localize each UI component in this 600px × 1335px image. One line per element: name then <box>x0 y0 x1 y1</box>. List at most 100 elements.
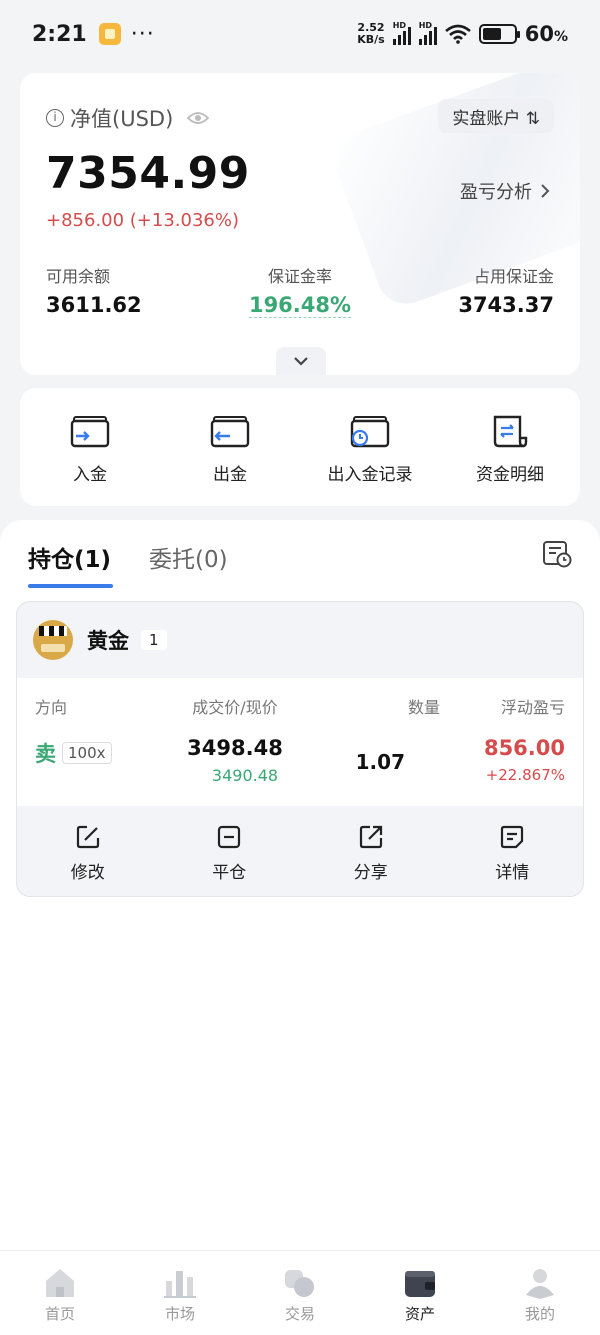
nav-home[interactable]: 首页 <box>0 1251 120 1335</box>
network-speed-unit: KB/s <box>357 33 385 46</box>
equity-value: 7354.99 <box>46 148 250 199</box>
status-time: 2:21 <box>32 21 87 47</box>
nav-trade-label: 交易 <box>284 1305 315 1323</box>
hd-label-1: HD <box>392 21 407 30</box>
profile-icon <box>526 1269 554 1299</box>
chevron-right-icon <box>541 184 550 198</box>
margin-rate-label: 保证金率 <box>267 267 332 286</box>
deposit-label: 入金 <box>73 465 107 485</box>
hd-label-2: HD <box>418 21 433 30</box>
nav-assets-label: 资产 <box>404 1305 435 1323</box>
float-pnl-value: 856.00 <box>483 736 565 760</box>
wallet-icon <box>405 1271 435 1297</box>
history-icon[interactable] <box>542 540 572 568</box>
margin-rate-value[interactable]: 196.48% <box>248 293 352 318</box>
wifi-icon <box>444 24 471 44</box>
float-pnl-percent: +22.867% <box>485 766 565 784</box>
notification-app-icon <box>98 23 121 45</box>
fund-records-label: 出入金记录 <box>327 465 413 485</box>
nav-home-label: 首页 <box>44 1305 75 1323</box>
battery-percent: 60% <box>524 22 568 46</box>
deposit-button[interactable]: 入金 <box>20 388 160 506</box>
more-notifications-icon: ··· <box>130 21 155 47</box>
detail-button[interactable]: 详情 <box>442 806 584 896</box>
col-direction: 方向 <box>35 698 68 717</box>
fund-records-icon <box>350 416 390 448</box>
tab-positions[interactable]: 持仓(1) <box>28 540 114 588</box>
edit-icon <box>76 825 99 849</box>
margin-rate: 保证金率 196.48% <box>248 263 352 318</box>
position-column-headers: 方向 成交价/现价 数量 浮动盈亏 <box>35 694 565 718</box>
position-body: 方向 成交价/现价 数量 浮动盈亏 卖 100x 3498.48 3490.48 <box>17 678 583 806</box>
pnl-analysis-label: 盈亏分析 <box>460 182 532 203</box>
positions-sheet: 持仓(1) 委托(0) 黄金 1 方向 成交价/现价 数量 浮动盈亏 卖 100… <box>0 520 600 1250</box>
expand-button[interactable] <box>276 347 326 375</box>
direction-sell: 卖 100x <box>35 738 165 768</box>
position-count-badge: 1 <box>141 630 167 650</box>
leverage-badge: 100x <box>62 742 112 764</box>
used-margin-value: 3743.37 <box>458 293 554 317</box>
fund-actions-card: 入金 出金 出入金记录 资金明细 <box>20 388 580 506</box>
used-margin: 占用保证金 3743.37 <box>458 263 554 318</box>
equity-stats: 可用余额 3611.62 保证金率 196.48% 占用保证金 3743.37 <box>46 263 554 318</box>
network-speed: 2.52 KB/s <box>357 22 384 46</box>
detail-label: 详情 <box>495 863 530 883</box>
equity-label-row: i 净值(USD) <box>46 103 210 133</box>
fund-details-label: 资金明细 <box>476 465 544 485</box>
position-quantity: 1.07 <box>355 750 405 774</box>
battery-icon <box>478 24 520 44</box>
available-balance: 可用余额 3611.62 <box>46 263 142 318</box>
equity-label: 净值(USD) <box>70 107 174 131</box>
home-icon <box>46 1269 74 1297</box>
signal-2-icon: HD <box>418 21 437 45</box>
equity-card: i 净值(USD) 实盘账户 ⇅ 7354.99 盈亏分析 +856.00 (+… <box>20 73 580 375</box>
deposit-icon <box>70 416 110 448</box>
info-icon[interactable]: i <box>46 109 64 127</box>
tab-orders[interactable]: 委托(0) <box>149 540 228 588</box>
nav-market[interactable]: 市场 <box>120 1251 240 1335</box>
fund-details-icon <box>493 415 528 448</box>
minus-box-icon <box>218 825 241 849</box>
equity-change: +856.00 (+13.036%) <box>46 210 239 231</box>
nav-mine[interactable]: 我的 <box>480 1251 600 1335</box>
modify-label: 修改 <box>70 863 105 883</box>
gold-avatar <box>33 620 73 660</box>
modify-button[interactable]: 修改 <box>17 806 159 896</box>
close-position-button[interactable]: 平仓 <box>159 806 301 896</box>
position-actions: 修改 平仓 分享 详情 <box>17 806 584 896</box>
market-chart-icon <box>164 1271 196 1298</box>
positions-tabs: 持仓(1) 委托(0) <box>28 540 228 588</box>
status-bar: 2:21 ··· 2.52 KB/s HD HD 60% <box>0 0 600 68</box>
chevron-down-icon <box>294 357 308 366</box>
bottom-navigation: 首页 市场 交易 资产 我的 <box>0 1250 600 1335</box>
position-row: 卖 100x 3498.48 3490.48 1.07 856.00 +22.8… <box>35 736 565 785</box>
col-quantity: 数量 <box>407 698 440 717</box>
nav-trade[interactable]: 交易 <box>240 1251 360 1335</box>
current-price: 3490.48 <box>211 766 279 785</box>
detail-icon <box>501 825 524 849</box>
fund-details-button[interactable]: 资金明细 <box>440 388 580 506</box>
fund-records-button[interactable]: 出入金记录 <box>300 388 440 506</box>
share-button[interactable]: 分享 <box>300 806 442 896</box>
position-symbol-name: 黄金 <box>87 629 129 653</box>
col-price: 成交价/现价 <box>192 698 278 717</box>
pnl-analysis-link[interactable]: 盈亏分析 <box>460 178 550 204</box>
close-position-label: 平仓 <box>212 863 247 883</box>
withdraw-button[interactable]: 出金 <box>160 388 300 506</box>
position-card[interactable]: 黄金 1 方向 成交价/现价 数量 浮动盈亏 卖 100x 3498.48 34… <box>16 601 584 897</box>
trade-icon <box>285 1270 314 1297</box>
withdraw-label: 出金 <box>213 465 247 485</box>
direction-label: 卖 <box>35 742 56 766</box>
position-header: 黄金 1 <box>17 602 583 678</box>
nav-mine-label: 我的 <box>524 1305 555 1323</box>
nav-assets[interactable]: 资产 <box>360 1251 480 1335</box>
signal-1-icon: HD <box>392 21 411 45</box>
available-balance-label: 可用余额 <box>46 267 111 286</box>
used-margin-label: 占用保证金 <box>473 267 554 286</box>
share-label: 分享 <box>353 863 388 883</box>
eye-icon[interactable] <box>187 111 210 125</box>
share-icon <box>359 825 382 849</box>
withdraw-icon <box>210 416 250 448</box>
available-balance-value: 3611.62 <box>46 293 142 317</box>
account-switch-button[interactable]: 实盘账户 ⇅ <box>438 99 554 133</box>
